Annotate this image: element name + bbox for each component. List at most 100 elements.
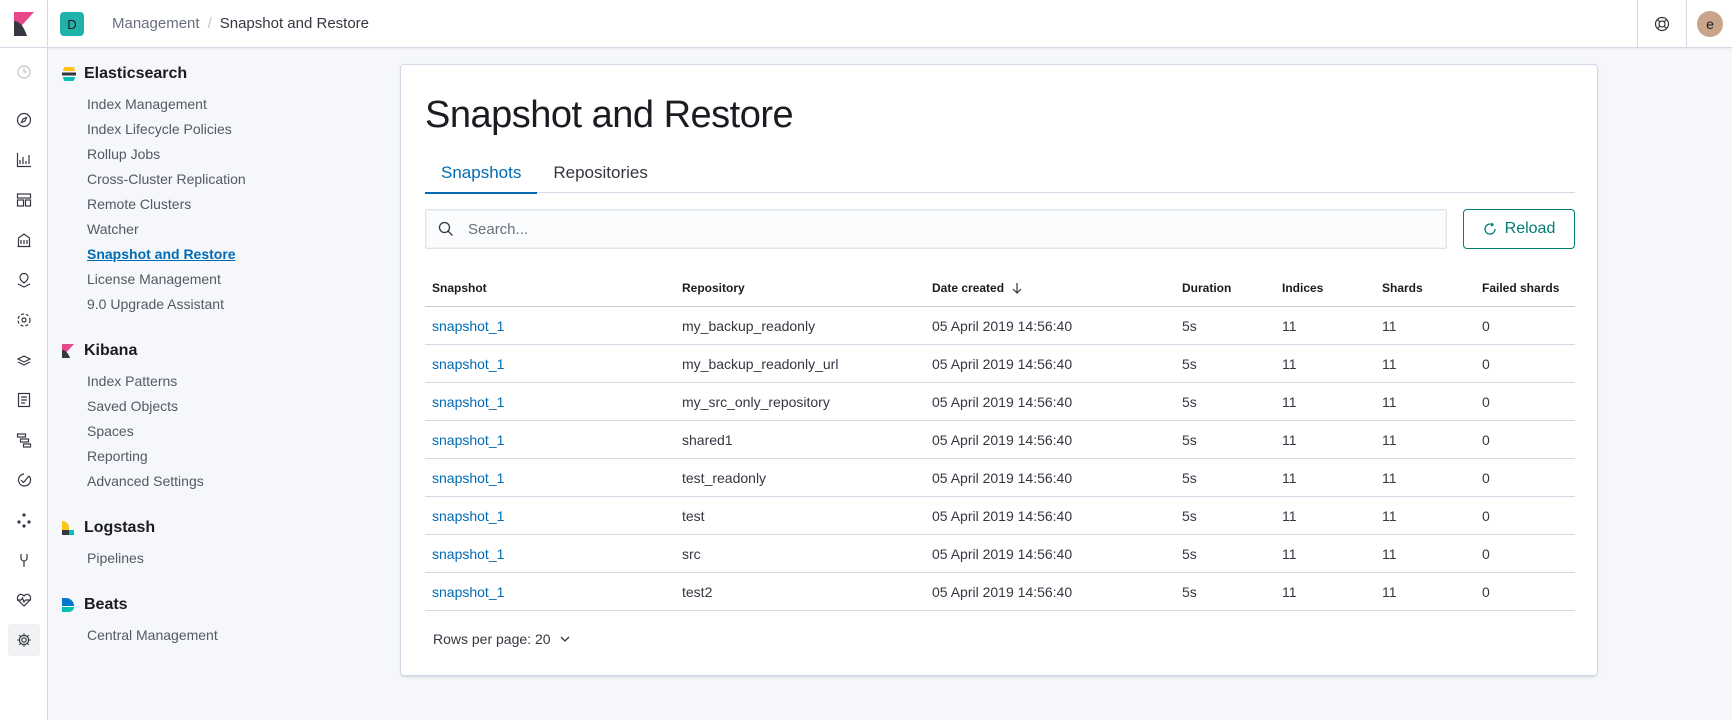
canvas-icon[interactable] [12, 228, 36, 252]
column-header-repository[interactable]: Repository [675, 281, 925, 295]
user-avatar[interactable]: e [1697, 11, 1723, 37]
header-divider [1637, 0, 1638, 48]
elasticsearch-logo-icon [62, 67, 76, 81]
sidebar-section-title: Beats [62, 593, 362, 617]
cell-duration: 5s [1182, 545, 1197, 562]
breadcrumb-management-link[interactable]: Management [112, 14, 200, 34]
cell-repository: shared1 [682, 431, 733, 448]
cell-duration: 5s [1182, 393, 1197, 410]
sidebar-item-snapshot-and-restore[interactable]: Snapshot and Restore [62, 242, 362, 267]
cell-repository: test [682, 507, 705, 524]
sidebar-item-license-management[interactable]: License Management [62, 267, 362, 292]
cell-failed-shards: 0 [1482, 545, 1490, 562]
recently-viewed-clock-icon[interactable] [12, 60, 36, 84]
table-row: snapshot_1 test2 05 April 2019 14:56:40 5s 1… [425, 573, 1575, 611]
cell-failed-shards: 0 [1482, 317, 1490, 334]
monitoring-heartbeat-icon[interactable] [12, 588, 36, 612]
cell-indices: 11 [1282, 507, 1297, 524]
sidebar-item-index-lifecycle-policies[interactable]: Index Lifecycle Policies [62, 117, 362, 142]
column-header-failed-shards[interactable]: Failed shards [1475, 281, 1575, 295]
cell-snapshot-link[interactable]: snapshot_1 [425, 318, 675, 334]
sort-descending-arrow-icon [1011, 282, 1023, 295]
sidebar-item-cross-cluster-replication[interactable]: Cross-Cluster Replication [62, 167, 362, 192]
rows-per-page-button[interactable]: Rows per page: 20 [433, 631, 571, 647]
column-header-duration[interactable]: Duration [1175, 281, 1275, 295]
cell-snapshot-link[interactable]: snapshot_1 [425, 356, 675, 372]
sidebar-item-central-management[interactable]: Central Management [62, 623, 362, 648]
nav-rail [0, 48, 48, 720]
search-input[interactable] [466, 219, 1426, 239]
cell-shards: 11 [1382, 583, 1397, 600]
cell-indices: 11 [1282, 469, 1297, 486]
sidebar-item-upgrade-assistant[interactable]: 9.0 Upgrade Assistant [62, 292, 362, 317]
cell-failed-shards: 0 [1482, 507, 1490, 524]
discover-compass-icon[interactable] [12, 108, 36, 132]
kibana-logo-button[interactable] [0, 0, 48, 48]
cell-snapshot-link[interactable]: snapshot_1 [425, 546, 675, 562]
cell-snapshot-link[interactable]: snapshot_1 [425, 584, 675, 600]
apm-icon[interactable] [12, 428, 36, 452]
dashboard-icon[interactable] [12, 188, 36, 212]
tab-repositories[interactable]: Repositories [537, 153, 664, 193]
cell-snapshot-link[interactable]: snapshot_1 [425, 432, 675, 448]
cell-indices: 11 [1282, 355, 1297, 372]
page-title: Snapshot and Restore [425, 94, 794, 136]
management-gear-icon[interactable] [8, 624, 40, 656]
sidebar-item-spaces[interactable]: Spaces [62, 419, 362, 444]
sidebar-section-beats: Beats Central Management [62, 593, 362, 648]
cell-snapshot-link[interactable]: snapshot_1 [425, 470, 675, 486]
cell-failed-shards: 0 [1482, 393, 1490, 410]
cell-indices: 11 [1282, 431, 1297, 448]
cell-date-created: 05 April 2019 14:56:40 [932, 469, 1073, 486]
sidebar-item-advanced-settings[interactable]: Advanced Settings [62, 469, 362, 494]
maps-pin-icon[interactable] [12, 268, 36, 292]
sidebar-section-title: Elasticsearch [62, 62, 362, 86]
sidebar-item-watcher[interactable]: Watcher [62, 217, 362, 242]
cell-repository: src [682, 545, 701, 562]
uptime-icon[interactable] [12, 468, 36, 492]
help-button[interactable] [1650, 12, 1674, 36]
cell-duration: 5s [1182, 431, 1197, 448]
machine-learning-icon[interactable] [12, 308, 36, 332]
sidebar-section-logstash: Logstash Pipelines [62, 516, 362, 571]
cell-failed-shards: 0 [1482, 583, 1490, 600]
cell-indices: 11 [1282, 317, 1297, 334]
sidebar-item-remote-clusters[interactable]: Remote Clusters [62, 192, 362, 217]
sidebar-item-pipelines[interactable]: Pipelines [62, 546, 362, 571]
column-header-shards[interactable]: Shards [1375, 281, 1475, 295]
column-header-indices[interactable]: Indices [1275, 281, 1375, 295]
sidebar-item-index-management[interactable]: Index Management [62, 92, 362, 117]
dev-tools-icon[interactable] [12, 548, 36, 572]
reload-button[interactable]: Reload [1463, 209, 1575, 249]
cell-failed-shards: 0 [1482, 469, 1490, 486]
sidebar-item-rollup-jobs[interactable]: Rollup Jobs [62, 142, 362, 167]
logstash-logo-icon [62, 521, 76, 535]
search-box [425, 209, 1447, 249]
table-row: snapshot_1 src 05 April 2019 14:56:40 5s 11 1… [425, 535, 1575, 573]
cell-date-created: 05 April 2019 14:56:40 [932, 583, 1073, 600]
column-header-date-created[interactable]: Date created [925, 281, 1175, 295]
logs-icon[interactable] [12, 388, 36, 412]
table-row: snapshot_1 test 05 April 2019 14:56:40 5s 11… [425, 497, 1575, 535]
column-header-date-label: Date created [932, 280, 1005, 295]
cell-shards: 11 [1382, 393, 1397, 410]
cell-failed-shards: 0 [1482, 355, 1490, 372]
tab-snapshots[interactable]: Snapshots [425, 153, 538, 194]
visualize-chart-icon[interactable] [12, 148, 36, 172]
table-header-row: Snapshot Repository Date created Duratio… [425, 269, 1575, 307]
sidebar-item-saved-objects[interactable]: Saved Objects [62, 394, 362, 419]
sidebar-item-index-patterns[interactable]: Index Patterns [62, 369, 362, 394]
breadcrumb: Management / Snapshot and Restore [112, 14, 369, 34]
cell-shards: 11 [1382, 545, 1397, 562]
column-header-snapshot[interactable]: Snapshot [425, 281, 675, 295]
cell-duration: 5s [1182, 469, 1197, 486]
cell-snapshot-link[interactable]: snapshot_1 [425, 394, 675, 410]
cell-date-created: 05 April 2019 14:56:40 [932, 355, 1073, 372]
space-avatar[interactable]: D [60, 12, 84, 36]
infrastructure-icon[interactable] [12, 348, 36, 372]
chevron-down-icon [559, 633, 571, 645]
graph-icon[interactable] [12, 508, 36, 532]
table-row: snapshot_1 my_backup_readonly 05 April 201… [425, 307, 1575, 345]
cell-snapshot-link[interactable]: snapshot_1 [425, 508, 675, 524]
sidebar-item-reporting[interactable]: Reporting [62, 444, 362, 469]
